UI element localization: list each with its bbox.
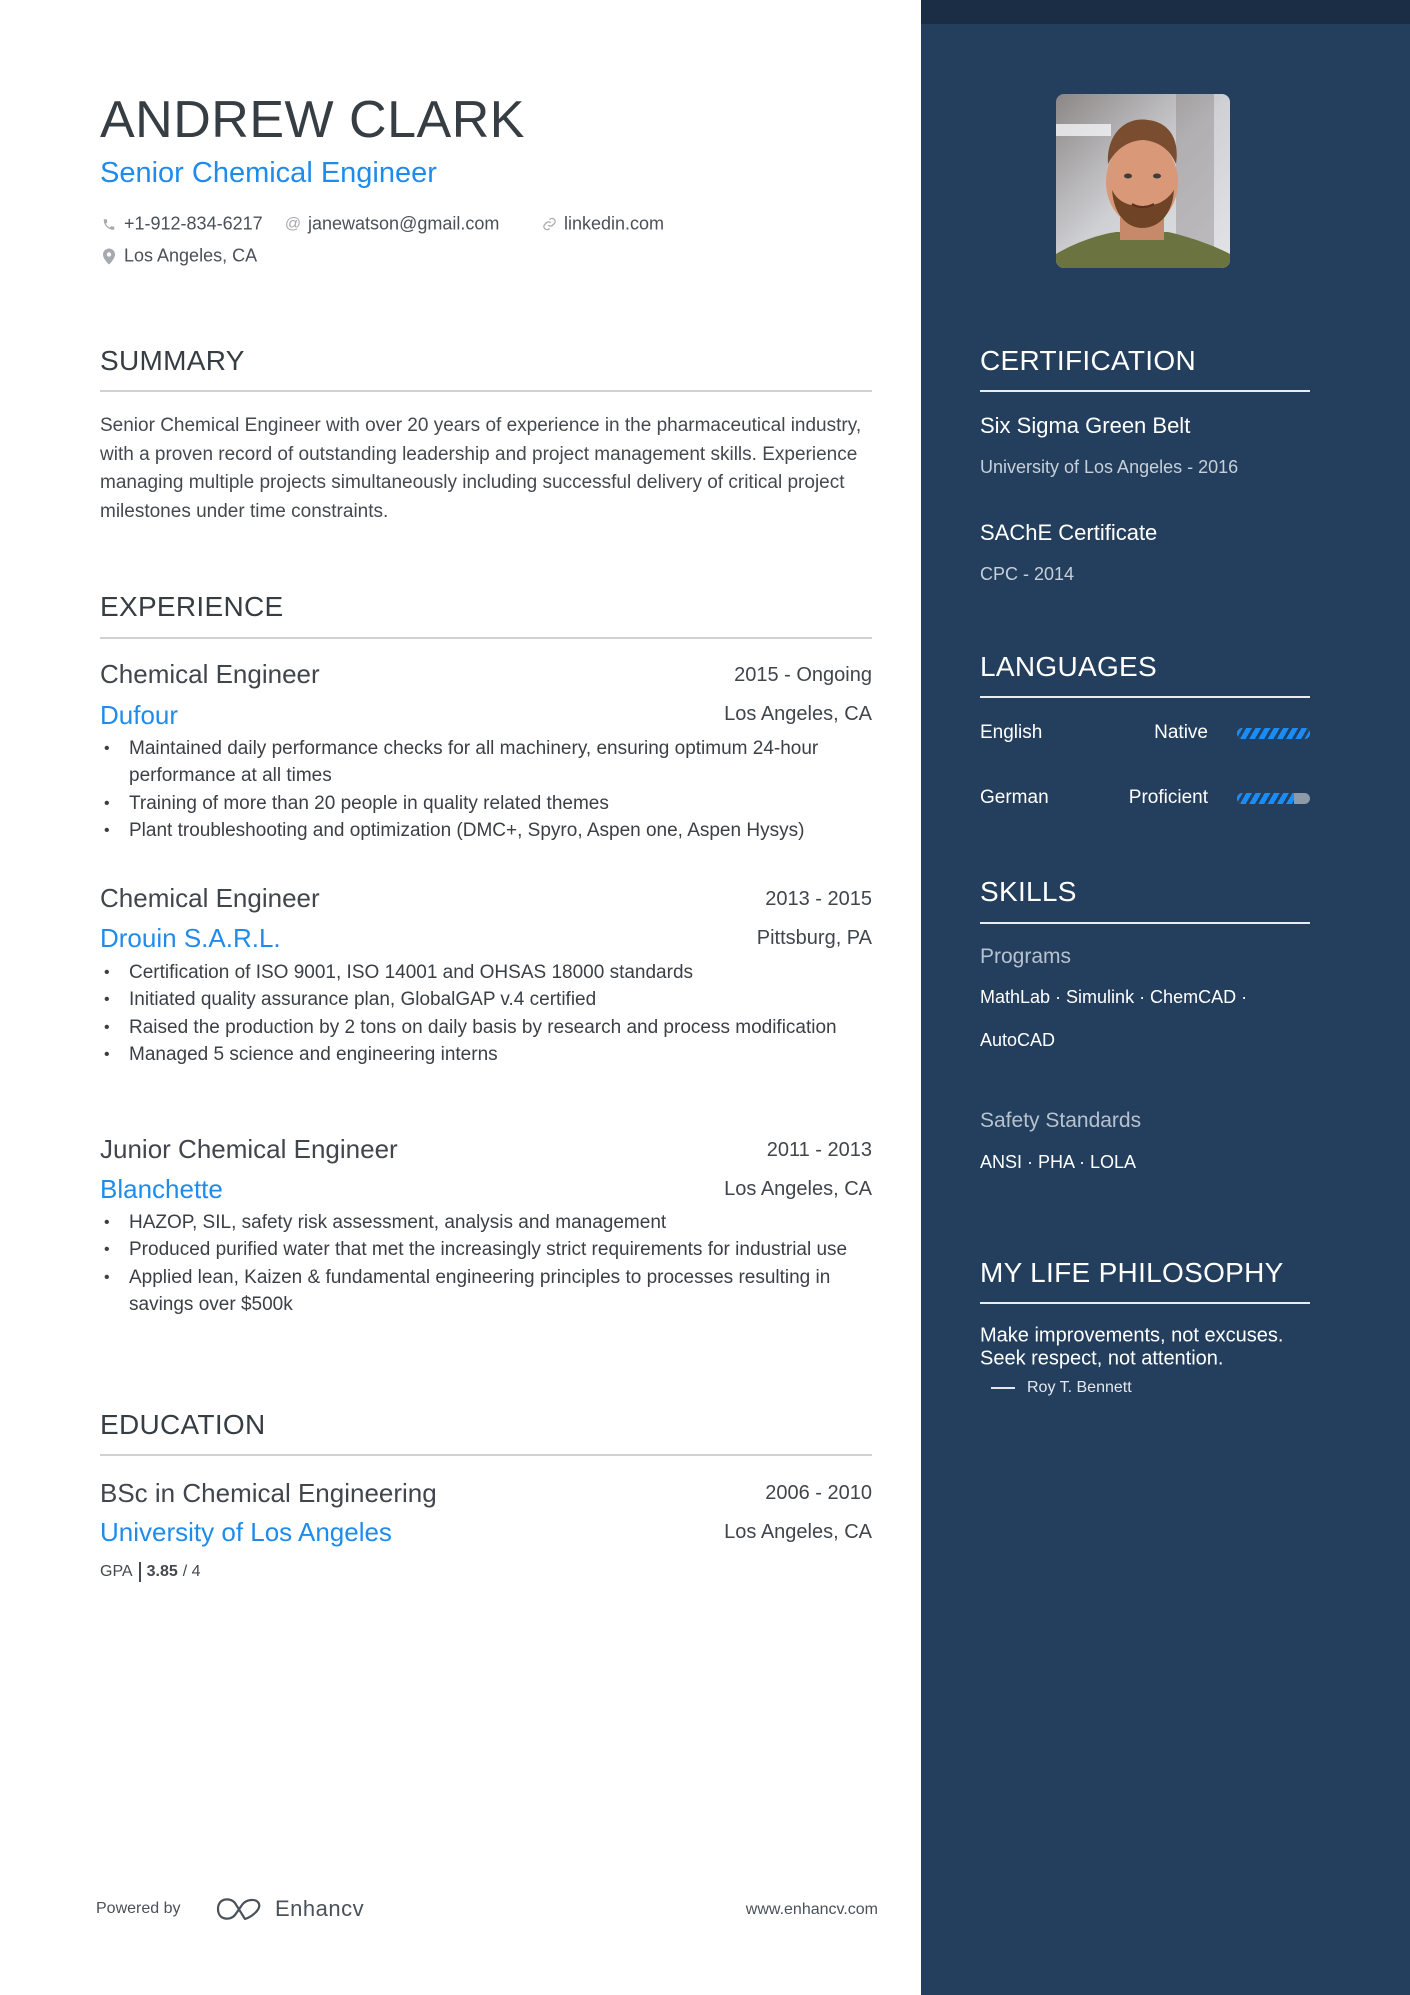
contact-linkedin[interactable]: linkedin.com xyxy=(540,214,664,235)
philosophy-heading: MY LIFE PHILOSOPHY xyxy=(980,1257,1284,1288)
summary-text: Senior Chemical Engineer with over 20 ye… xyxy=(100,415,862,522)
language-proficiency-bar xyxy=(1237,728,1310,739)
enhancv-logo[interactable]: Enhancv xyxy=(215,1896,364,1922)
location-pin-icon xyxy=(100,248,118,264)
job-role: Chemical Engineer xyxy=(100,659,320,689)
job-location: Pittsburg, PA xyxy=(756,927,872,949)
skills-divider xyxy=(980,922,1310,924)
experience-heading: EXPERIENCE xyxy=(100,591,284,622)
certification-divider xyxy=(980,390,1310,392)
powered-by-label: Powered by xyxy=(96,1900,181,1917)
quote-line: Seek respect, not attention. xyxy=(980,1347,1224,1370)
job-bullets: HAZOP, SIL, safety risk assessment, anal… xyxy=(100,1209,872,1318)
certification-detail: CPC - 2014 xyxy=(980,564,1075,584)
bullet-item: Plant troubleshooting and optimization (… xyxy=(100,817,872,845)
quote-line: Make improvements, not excuses. xyxy=(980,1324,1284,1347)
location-text: Los Angeles, CA xyxy=(124,245,258,266)
school: University of Los Angeles xyxy=(100,1517,392,1547)
phone-icon xyxy=(100,217,118,231)
job-role: Junior Chemical Engineer xyxy=(100,1134,398,1164)
education-dates: 2006 - 2010 xyxy=(765,1482,872,1504)
degree: BSc in Chemical Engineering xyxy=(100,1478,437,1508)
bullet-item: Certification of ISO 9001, ISO 14001 and… xyxy=(100,959,872,987)
skills-heading: SKILLS xyxy=(980,876,1077,907)
enhancv-logo-icon xyxy=(216,1898,261,1921)
footer-url-link[interactable]: www.enhancv.com xyxy=(746,1901,878,1919)
language-name: German xyxy=(980,787,1049,808)
author-name: Roy T. Bennett xyxy=(1027,1379,1132,1396)
job-role: Chemical Engineer xyxy=(100,883,320,913)
quote-author: Roy T. Bennett xyxy=(991,1379,1132,1397)
brand-name: Enhancv xyxy=(275,1896,365,1921)
language-level: Native xyxy=(1154,722,1208,743)
certification-heading: CERTIFICATION xyxy=(980,345,1196,376)
bullet-item: Applied lean, Kaizen & fundamental engin… xyxy=(100,1264,872,1319)
candidate-title: Senior Chemical Engineer xyxy=(100,157,437,189)
bullet-item: Raised the production by 2 tons on daily… xyxy=(100,1014,872,1042)
contact-phone[interactable]: +1-912-834-6217 xyxy=(100,214,263,235)
skill-category: Safety Standards xyxy=(980,1109,1142,1132)
language-level: Proficient xyxy=(1128,787,1208,808)
languages-divider xyxy=(980,696,1310,698)
job-company: Dufour xyxy=(100,700,179,730)
job-location: Los Angeles, CA xyxy=(724,1178,872,1200)
job-company: Drouin S.A.R.L. xyxy=(100,923,281,953)
phone-text: +1-912-834-6217 xyxy=(124,213,263,234)
gpa-max: / 4 xyxy=(182,1563,201,1580)
contact-email[interactable]: @ janewatson@gmail.com xyxy=(284,214,499,235)
summary-divider xyxy=(100,390,872,392)
bullet-item: Initiated quality assurance plan, Global… xyxy=(100,986,872,1014)
gpa-label: GPA xyxy=(100,1563,133,1580)
job-company: Blanchette xyxy=(100,1174,223,1204)
sidebar-top-band xyxy=(921,0,1410,24)
gpa-value: 3.85 xyxy=(146,1563,178,1580)
profile-photo xyxy=(1056,94,1230,268)
bullet-item: Maintained daily performance checks for … xyxy=(100,735,872,790)
language-proficiency-fill xyxy=(1237,793,1294,804)
skill-category: Programs xyxy=(980,945,1072,968)
language-name: English xyxy=(980,722,1043,743)
skill-list: AutoCAD xyxy=(980,1030,1056,1050)
bullet-item: Training of more than 20 people in quali… xyxy=(100,790,872,818)
language-proficiency-fill xyxy=(1237,728,1310,739)
email-text: janewatson@gmail.com xyxy=(308,213,500,234)
at-icon: @ xyxy=(284,215,302,232)
education-divider xyxy=(100,1454,872,1456)
philosophy-divider xyxy=(980,1302,1310,1304)
linkedin-text: linkedin.com xyxy=(564,213,665,234)
skill-list: ANSI · PHA · LOLA xyxy=(980,1152,1137,1172)
certification-name: Six Sigma Green Belt xyxy=(980,413,1191,438)
gpa: GPA 3.85 / 4 xyxy=(100,1562,201,1582)
education-location: Los Angeles, CA xyxy=(724,1521,872,1543)
bullet-item: Produced purified water that met the inc… xyxy=(100,1236,872,1264)
languages-heading: LANGUAGES xyxy=(980,651,1157,682)
certification-detail: University of Los Angeles - 2016 xyxy=(980,457,1239,477)
bullet-item: HAZOP, SIL, safety risk assessment, anal… xyxy=(100,1209,872,1237)
job-dates: 2015 - Ongoing xyxy=(734,664,872,686)
sidebar: CERTIFICATION Six Sigma Green Belt Unive… xyxy=(921,0,1410,1995)
author-dash xyxy=(991,1387,1015,1389)
link-icon xyxy=(540,217,558,232)
experience-divider xyxy=(100,637,872,639)
job-dates: 2011 - 2013 xyxy=(766,1139,872,1161)
candidate-name: ANDREW CLARK xyxy=(100,91,525,149)
bullet-item: Managed 5 science and engineering intern… xyxy=(100,1041,872,1069)
skill-list: MathLab · Simulink · ChemCAD · xyxy=(980,987,1248,1007)
job-bullets: Maintained daily performance checks for … xyxy=(100,735,872,844)
job-dates: 2013 - 2015 xyxy=(765,888,872,910)
language-proficiency-bar xyxy=(1237,793,1310,804)
job-location: Los Angeles, CA xyxy=(724,703,872,725)
education-heading: EDUCATION xyxy=(100,1409,266,1440)
gpa-separator xyxy=(138,1562,141,1582)
job-bullets: Certification of ISO 9001, ISO 14001 and… xyxy=(100,959,872,1068)
contact-location: Los Angeles, CA xyxy=(100,246,257,267)
certification-name: SAChE Certificate xyxy=(980,520,1158,545)
summary-heading: SUMMARY xyxy=(100,345,245,376)
